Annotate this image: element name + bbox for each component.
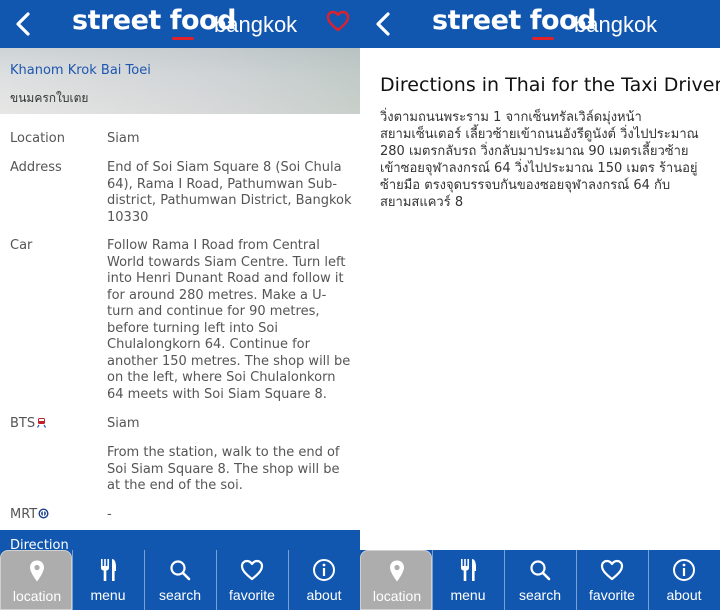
nav-menu[interactable]: menu [432,550,504,610]
bts-directions: From the station, walk to the end of Soi… [107,445,340,493]
back-chevron-icon[interactable] [12,10,34,38]
mrt-label-wrap: MRT [10,507,49,524]
address-label: Address [10,160,62,175]
app-header: street food bangkok [0,0,360,48]
favorite-heart-icon[interactable] [326,10,350,32]
nav-location[interactable]: location [360,550,432,610]
nav-favorite-label: favorite [589,587,635,603]
nav-menu-label: menu [90,587,126,603]
bottom-navigation: location menu search favorite about [360,550,720,610]
bts-train-icon [37,418,47,428]
map-pin-icon [30,560,44,582]
nav-search[interactable]: search [504,550,576,610]
bts-value: Siam [107,416,140,431]
nav-menu-label: menu [450,587,486,603]
car-value: Follow Rama I Road from Central World to… [107,238,351,402]
location-value: Siam [107,131,140,146]
logo-main-text: street food [432,5,596,36]
nav-location[interactable]: location [0,550,72,610]
fork-knife-icon [461,559,476,581]
shop-banner: Khanom Krok Bai Toei ขนมครกใบเตย [0,48,360,114]
logo-accent-mark [532,37,554,40]
nav-location-label: location [372,588,422,604]
nav-search-label: search [518,587,562,603]
nav-search-label: search [158,587,202,603]
heart-outline-icon [240,559,264,581]
heart-outline-icon [600,559,624,581]
app-logo: street food bangkok [72,4,302,44]
directions-title: Directions in Thai for the Taxi Driver [380,74,720,96]
nav-favorite[interactable]: favorite [216,550,288,610]
nav-about[interactable]: about [288,550,360,610]
directions-thai-text: วิ่งตามถนนพระราม 1 จากเซ็นทรัลเวิล์ดมุ่ง… [380,110,699,210]
nav-favorite[interactable]: favorite [576,550,648,610]
logo-accent-mark [172,37,194,40]
nav-favorite-label: favorite [229,587,275,603]
shop-name: Khanom Krok Bai Toei [10,63,151,78]
shop-detail-screen: street food bangkok Khanom Krok Bai Toei… [0,0,360,610]
bts-label-wrap: BTS [10,416,47,433]
logo-city-text: bangkok [214,12,298,37]
info-circle-icon [313,559,335,581]
app-header: street food bangkok [360,0,720,48]
back-chevron-icon[interactable] [372,10,394,38]
nav-search[interactable]: search [144,550,216,610]
map-pin-icon [390,560,404,582]
mrt-value: - [107,507,112,522]
nav-about[interactable]: about [648,550,720,610]
nav-about-label: about [306,587,342,603]
nav-location-label: location [12,588,62,604]
shop-thai-name: ขนมครกใบเตย [10,91,89,105]
info-circle-icon [673,559,695,581]
app-logo: street food bangkok [432,4,662,44]
mrt-label: MRT [10,507,38,522]
location-label: Location [10,131,65,146]
nav-about-label: about [666,587,702,603]
bts-label: BTS [10,416,36,431]
address-value: End of Soi Siam Square 8 (Soi Chula 64),… [107,160,352,225]
bottom-navigation: location menu search favorite about [0,550,360,610]
logo-city-text: bangkok [574,12,658,37]
magnifier-icon [530,560,551,581]
car-label: Car [10,238,33,253]
nav-menu[interactable]: menu [72,550,144,610]
taxi-directions-screen: street food bangkok Directions in Thai f… [360,0,720,610]
fork-knife-icon [101,559,116,581]
logo-main-text: street food [72,5,236,36]
magnifier-icon [170,560,191,581]
mrt-logo-icon [38,508,49,519]
